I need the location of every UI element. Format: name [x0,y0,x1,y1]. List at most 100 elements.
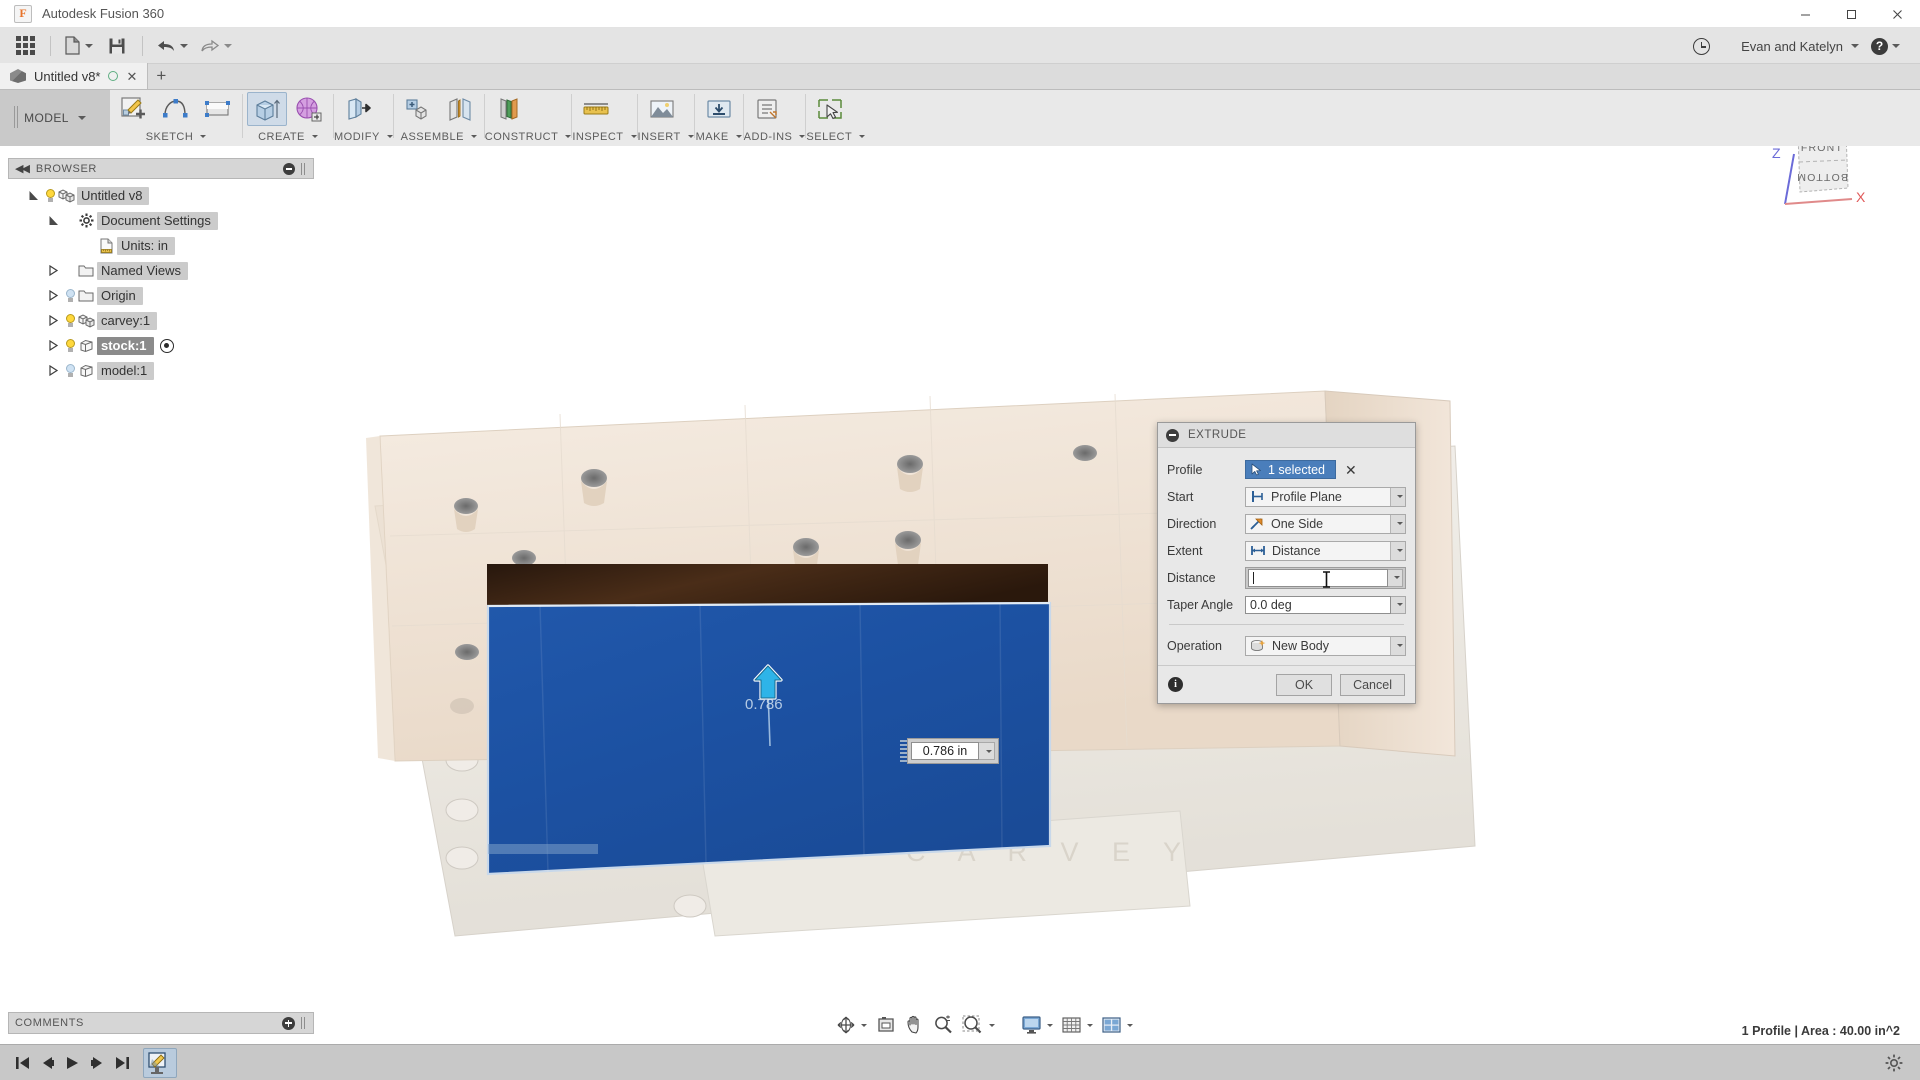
direction-dropdown[interactable]: One Side [1245,513,1406,534]
expander-closed-icon[interactable] [42,365,64,376]
dimension-drag-handle[interactable] [900,740,907,762]
ribbon-tab-create[interactable]: CREATE [243,127,333,146]
start-dropdown[interactable]: Profile Plane [1245,486,1406,507]
visibility-bulb-icon[interactable] [64,363,77,378]
profile-selection-button[interactable]: 1 selected [1245,460,1336,479]
new-component-icon[interactable] [398,92,438,126]
panel-resize-handle[interactable] [301,162,307,175]
revolve-icon[interactable] [289,92,329,126]
help-button[interactable]: ? [1868,31,1903,61]
ribbon-tab-addins[interactable]: ADD-INS [744,127,806,146]
go-to-end-icon[interactable] [110,1048,135,1078]
active-component-badge[interactable] [159,338,174,353]
ribbon-tab-construct[interactable]: CONSTRUCT [485,127,572,146]
tree-node-origin[interactable]: Origin [8,283,314,308]
save-button[interactable] [102,31,132,61]
info-icon[interactable]: i [1168,677,1183,692]
tree-node-document-settings[interactable]: Document Settings [8,208,314,233]
distance-input-wrapper[interactable] [1245,566,1406,589]
close-button[interactable] [1874,0,1920,28]
press-pull-icon[interactable] [338,92,378,126]
user-account-button[interactable]: Evan and Katelyn [1722,31,1862,61]
go-to-beginning-icon[interactable] [10,1048,35,1078]
expander-closed-icon[interactable] [42,315,64,326]
visibility-bulb-icon[interactable] [64,338,77,353]
taper-input-wrapper[interactable]: 0.0 deg [1245,594,1406,616]
collapse-panel-icon[interactable]: ◀◀ [15,162,30,175]
undo-button[interactable] [153,31,191,61]
maximize-button[interactable] [1828,0,1874,28]
insert-mesh-icon[interactable] [642,92,682,126]
viewports-icon[interactable] [1097,1011,1137,1039]
add-comment-icon[interactable] [282,1016,295,1030]
ok-button[interactable]: OK [1276,673,1333,696]
play-icon[interactable] [60,1048,85,1078]
fit-icon[interactable] [958,1011,999,1039]
comments-resize-handle[interactable] [301,1017,307,1029]
rectangle-icon[interactable] [198,92,238,126]
spline-icon[interactable] [156,92,196,126]
close-tab-icon[interactable]: ✕ [126,70,137,83]
measure-icon[interactable] [576,92,616,126]
operation-dropdown-arrow[interactable] [1390,636,1405,655]
display-settings-icon[interactable] [1017,1011,1057,1039]
start-dropdown-arrow[interactable] [1390,487,1405,506]
distance-input[interactable] [1248,568,1388,588]
new-tab-button[interactable]: + [148,63,174,89]
operation-dropdown[interactable]: New Body [1245,635,1406,656]
ribbon-tab-sketch[interactable]: SKETCH [110,127,242,146]
expander-open-icon[interactable] [22,190,44,201]
comments-panel[interactable]: COMMENTS [8,1012,314,1034]
select-icon[interactable] [810,92,850,126]
expander-closed-icon[interactable] [42,340,64,351]
extent-dropdown-arrow[interactable] [1390,541,1405,560]
ribbon-tab-modify[interactable]: MODIFY [334,127,393,146]
new-document-button[interactable] [61,31,96,61]
taper-dropdown-button[interactable] [1391,595,1406,614]
dimension-value-field[interactable]: 0.786 in [911,742,979,760]
3d-print-icon[interactable] [699,92,739,126]
expander-closed-icon[interactable] [42,265,64,276]
taper-angle-input[interactable]: 0.0 deg [1245,595,1391,614]
redo-button[interactable] [197,31,235,61]
app-grid-icon[interactable] [10,31,40,61]
tree-node-model-1[interactable]: model:1 [8,358,314,383]
dialog-collapse-icon[interactable] [1166,428,1179,442]
ribbon-tab-assemble[interactable]: ASSEMBLE [394,127,484,146]
scripts-addins-icon[interactable] [748,92,788,126]
joint-icon[interactable] [440,92,480,126]
look-at-icon[interactable] [871,1011,901,1039]
gear-icon[interactable] [1881,1048,1906,1078]
visibility-bulb-icon[interactable] [64,288,77,303]
extent-dropdown[interactable]: Distance [1245,540,1406,561]
ribbon-tab-insert[interactable]: INSERT [638,127,694,146]
create-sketch-icon[interactable] [114,92,154,126]
document-tab[interactable]: Untitled v8* ✕ [0,63,149,89]
workspace-switcher[interactable]: MODEL [0,90,110,146]
view-cube[interactable]: FRONT BOTTOM Z X [1760,146,1870,226]
pan-icon[interactable] [901,1011,929,1039]
ribbon-tab-inspect[interactable]: INSPECT [572,127,637,146]
orbit-icon[interactable] [831,1011,871,1039]
ribbon-tab-make[interactable]: MAKE [695,127,743,146]
minimize-button[interactable] [1782,0,1828,28]
tree-node-units-in[interactable]: Units: in [8,233,314,258]
distance-dropdown-button[interactable] [1388,568,1403,587]
clear-profile-icon[interactable]: ✕ [1345,463,1357,477]
extrude-icon[interactable] [247,91,287,126]
step-back-icon[interactable] [35,1048,60,1078]
edit-sketch-icon[interactable] [143,1047,177,1078]
expander-open-icon[interactable] [42,215,64,226]
visibility-bulb-icon[interactable] [64,313,77,328]
zoom-icon[interactable] [929,1011,958,1039]
tree-node-carvey-1[interactable]: carvey:1 [8,308,314,333]
tree-node-untitled-v8[interactable]: Untitled v8 [8,183,314,208]
grid-snaps-icon[interactable] [1057,1011,1097,1039]
visibility-bulb-icon[interactable] [44,188,57,203]
dimension-dropdown-button[interactable] [979,742,995,760]
tree-node-named-views[interactable]: Named Views [8,258,314,283]
tree-node-stock-1[interactable]: stock:1 [8,333,314,358]
step-forward-icon[interactable] [85,1048,110,1078]
cancel-button[interactable]: Cancel [1340,673,1405,696]
direction-dropdown-arrow[interactable] [1390,514,1405,533]
